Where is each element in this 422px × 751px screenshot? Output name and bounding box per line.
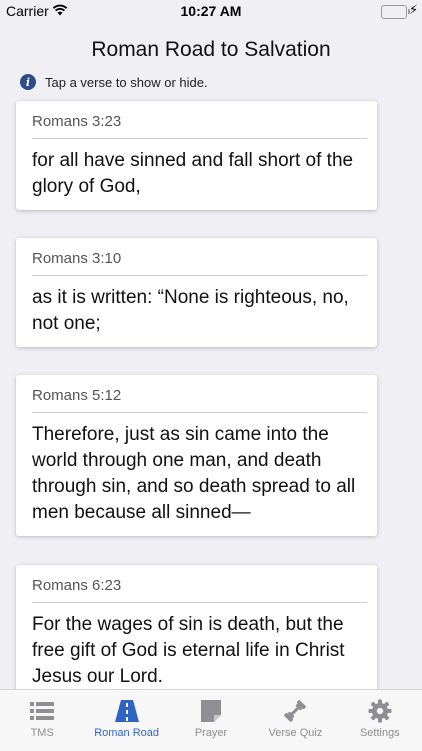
verse-reference: Romans 5:12: [32, 387, 122, 404]
tab-label: TMS: [30, 727, 54, 739]
gear-icon: [367, 698, 393, 724]
status-bar: Carrier 10:27 AM ⚡: [0, 0, 422, 22]
info-icon: i: [20, 74, 36, 90]
tab-tms[interactable]: TMS: [0, 690, 84, 751]
tab-label: Verse Quiz: [268, 727, 323, 739]
tab-label: Prayer: [194, 727, 228, 739]
note-icon: [198, 698, 224, 724]
verse-card[interactable]: Romans 3:10 as it is written: “None is r…: [16, 238, 377, 347]
battery-icon: [381, 5, 410, 19]
hint-text: Tap a verse to show or hide.: [45, 74, 208, 90]
verse-text: for all have sinned and fall short of th…: [32, 150, 354, 197]
charging-icon: ⚡: [409, 2, 419, 17]
verse-card[interactable]: Romans 3:23 for all have sinned and fall…: [16, 101, 377, 210]
tab-label: Roman Road: [94, 727, 160, 739]
verse-text: For the wages of sin is death, but the f…: [32, 614, 345, 687]
tab-prayer[interactable]: Prayer: [169, 690, 253, 751]
verse-card[interactable]: Romans 6:23 For the wages of sin is deat…: [16, 565, 377, 700]
clock: 10:27 AM: [180, 3, 242, 19]
tab-bar: TMS Roman Road Prayer Verse Quiz Setting…: [0, 689, 422, 751]
verse-text: as it is written: “None is righteous, no…: [32, 287, 349, 334]
verse-card[interactable]: Romans 5:12 Therefore, just as sin came …: [16, 375, 377, 536]
verse-text: Therefore, just as sin came into the wor…: [32, 424, 356, 523]
tab-label: Settings: [359, 727, 400, 739]
tab-roman-road[interactable]: Roman Road: [84, 690, 168, 751]
tab-settings[interactable]: Settings: [338, 690, 422, 751]
tab-verse-quiz[interactable]: Verse Quiz: [253, 690, 337, 751]
dumbbell-icon: [282, 698, 308, 724]
verse-reference: Romans 6:23: [32, 577, 122, 594]
page-title: Roman Road to Salvation: [91, 38, 331, 61]
verse-reference: Romans 3:23: [32, 113, 122, 130]
verse-reference: Romans 3:10: [32, 250, 122, 267]
road-icon: [114, 698, 140, 724]
hint-row: i Tap a verse to show or hide.: [20, 72, 208, 92]
list-icon: [29, 698, 55, 724]
